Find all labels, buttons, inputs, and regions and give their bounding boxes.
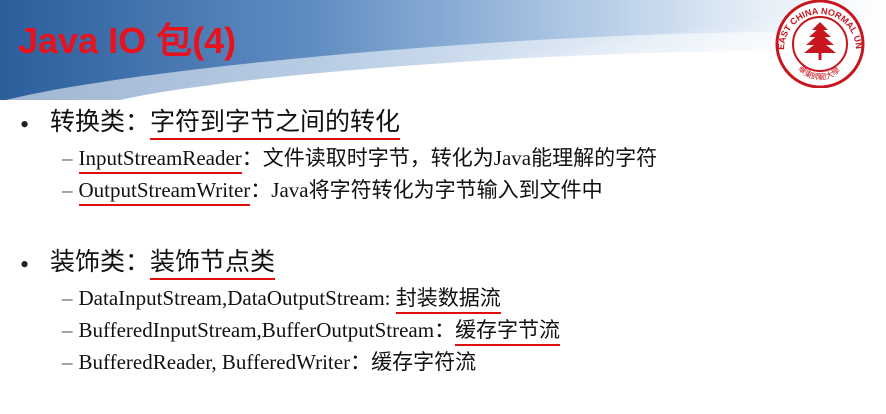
- item-term: InputStreamReader: [78, 146, 242, 174]
- list-item: – DataInputStream,DataOutputStream: 封装数据流: [62, 282, 501, 314]
- section-highlight: 字符到字节之间的转化: [150, 109, 401, 140]
- item-term: BufferedInputStream,BufferOutputStream: [78, 318, 435, 342]
- list-item: – BufferedReader, BufferedWriter：缓存字符流: [62, 350, 477, 374]
- bullet-marker: •: [20, 250, 30, 279]
- item-description: 缓存字符流: [371, 350, 477, 374]
- list-item: – OutputStreamWriter：Java将字符转化为字节输入到文件中: [62, 174, 603, 206]
- item-description: 封装数据流: [395, 286, 501, 314]
- dash-marker: –: [62, 146, 73, 170]
- dash-marker: –: [62, 318, 73, 342]
- bullet-marker: •: [20, 110, 30, 139]
- dash-marker: –: [62, 286, 73, 310]
- item-term: DataInputStream,DataOutputStream:: [78, 286, 391, 310]
- item-description: 缓存字节流: [455, 318, 561, 346]
- item-description: 文件读取时字节，转化为Java能理解的字符: [262, 146, 658, 170]
- section-label: 转换类：: [50, 109, 151, 136]
- item-term: BufferedReader, BufferedWriter: [78, 350, 351, 374]
- dash-marker: –: [62, 178, 73, 202]
- dash-marker: –: [62, 350, 73, 374]
- item-description: Java将字符转化为字节输入到文件中: [271, 178, 603, 202]
- list-item: – BufferedInputStream,BufferOutputStream：…: [62, 314, 561, 346]
- section-decorator: 装饰类：装饰节点类: [50, 242, 276, 280]
- section-label: 装饰类：: [50, 249, 151, 276]
- item-term: OutputStreamWriter: [78, 178, 251, 206]
- list-item: – InputStreamReader：文件读取时字节，转化为Java能理解的字符: [62, 142, 658, 174]
- section-highlight: 装饰节点类: [150, 249, 276, 280]
- section-conversion: 转换类：字符到字节之间的转化: [50, 102, 401, 140]
